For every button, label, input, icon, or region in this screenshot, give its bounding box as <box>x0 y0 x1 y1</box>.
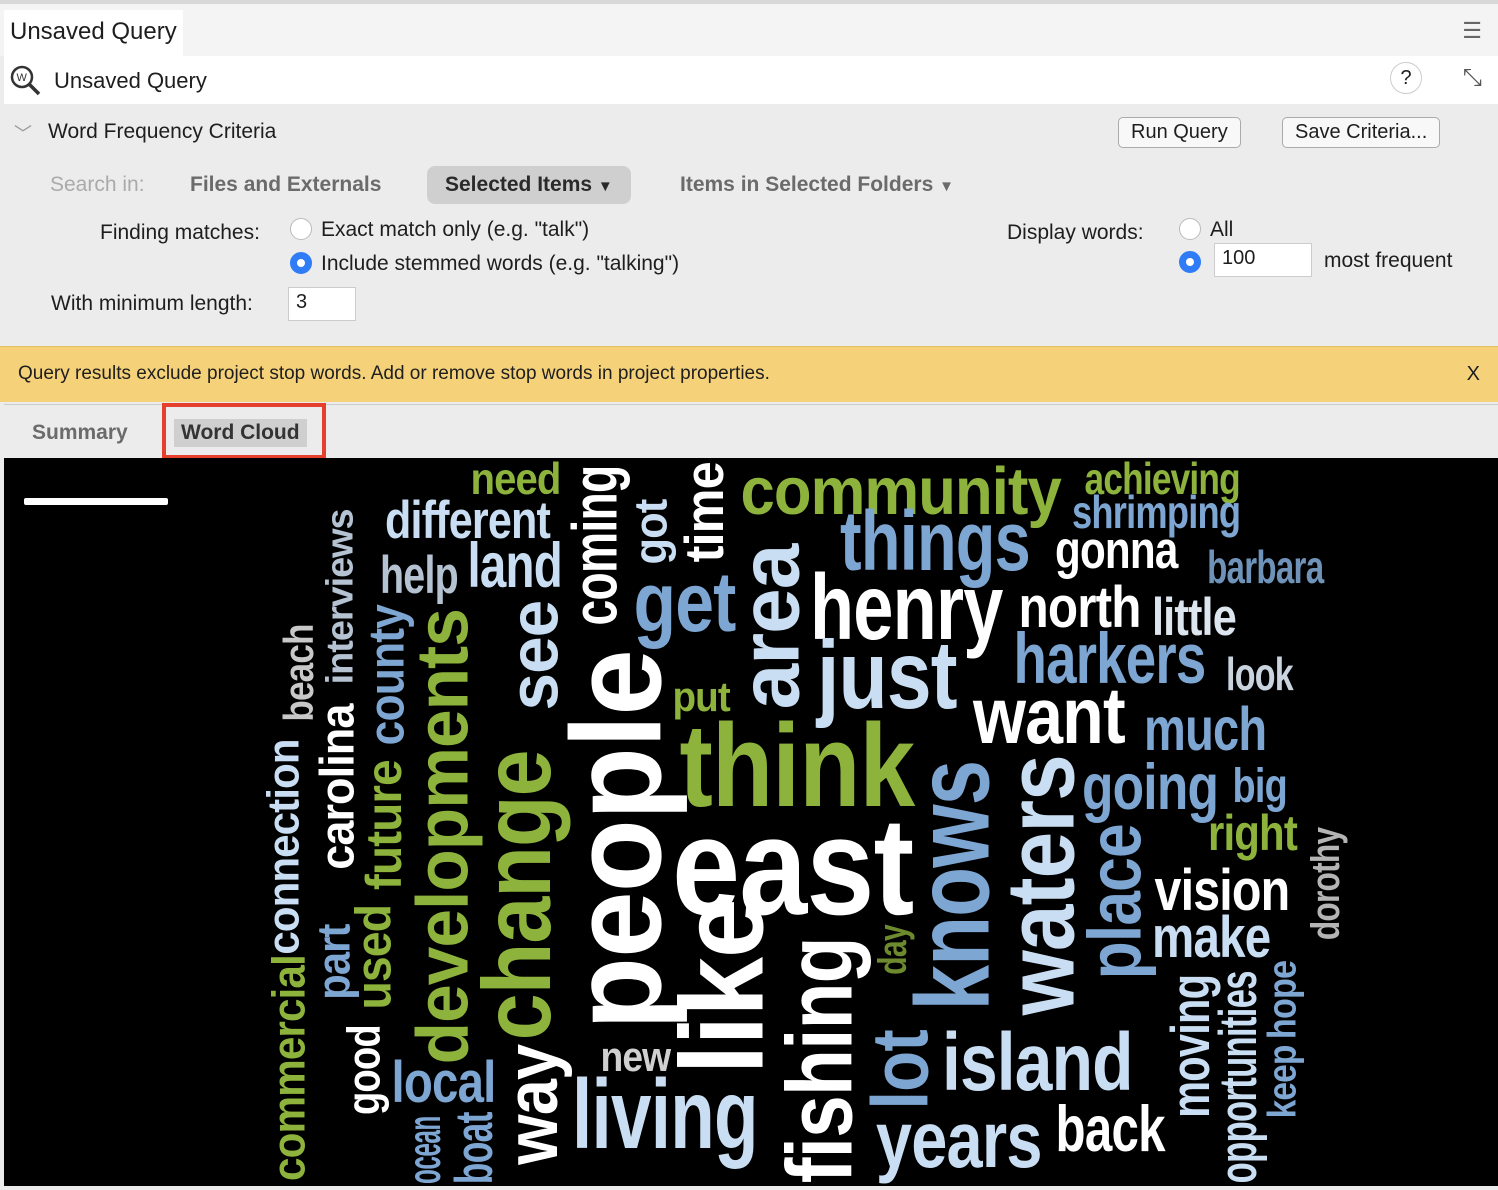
cloud-word-boat: boat <box>444 1111 504 1184</box>
cloud-word-coming: coming <box>560 464 631 626</box>
results-tabs: Summary Word Cloud <box>4 403 1498 459</box>
cloud-word-hope: hope <box>1260 960 1305 1040</box>
search-items-in-selected-folders[interactable]: Items in Selected Folders ▼ <box>680 173 954 197</box>
cloud-word-back: back <box>1055 1091 1166 1165</box>
exact-match-label: Exact match only (e.g. "talk") <box>321 218 590 241</box>
hamburger-icon[interactable]: ☰ <box>1462 18 1482 44</box>
cloud-word-ocean: ocean <box>397 1116 450 1184</box>
cloud-word-way: way <box>490 1044 574 1165</box>
cloud-word-make: make <box>1152 904 1271 970</box>
cloud-word-carolina: carolina <box>309 704 364 870</box>
banner-message: Query results exclude project stop words… <box>18 363 770 384</box>
document-tab[interactable]: Unsaved Query <box>4 10 183 56</box>
word-frequency-query-icon: W <box>10 65 41 96</box>
cloud-word-gonna: gonna <box>1055 520 1178 580</box>
display-all-label: All <box>1210 218 1234 241</box>
expand-icon[interactable]: ⤡ <box>1463 64 1482 92</box>
cloud-word-land: land <box>467 530 563 601</box>
cloud-toolbar-bar <box>24 498 168 505</box>
dropdown-arrow-icon: ▼ <box>939 178 954 195</box>
query-title: Unsaved Query <box>54 68 207 93</box>
exact-match-radio[interactable] <box>290 218 312 240</box>
cloud-word-going: going <box>1081 749 1219 823</box>
cloud-word-lot: lot <box>854 1030 944 1110</box>
min-length-input[interactable]: 3 <box>288 287 356 321</box>
cloud-word-want: want <box>972 671 1126 760</box>
cloud-word-opportunities: opportunities <box>1208 970 1268 1183</box>
cloud-word-commercial: commercial <box>261 955 314 1181</box>
cloud-word-look: look <box>1225 648 1294 700</box>
tab-word-cloud[interactable]: Word Cloud <box>162 403 326 459</box>
cloud-word-fishing: fishing <box>767 937 872 1184</box>
selected-items-label: Selected Items <box>445 173 593 196</box>
help-button[interactable]: ? <box>1390 62 1422 94</box>
display-count-radio[interactable] <box>1179 251 1201 273</box>
word-cloud: need community achieving shrimping different… <box>4 458 1498 1186</box>
cloud-word-used: used <box>344 904 402 1010</box>
cloud-word-like: like <box>656 899 788 1075</box>
document-tab-bar: Unsaved Query ☰ <box>0 4 1498 56</box>
word-count-input[interactable]: 100 <box>1214 243 1312 277</box>
cloud-word-connection: connection <box>259 739 309 955</box>
cloud-word-right: right <box>1207 804 1297 861</box>
cloud-word-get: get <box>633 555 736 649</box>
svg-text:W: W <box>17 72 28 84</box>
cloud-word-area: area <box>721 544 816 710</box>
cloud-word-got: got <box>623 499 676 565</box>
min-length-label: With minimum length: <box>51 292 253 315</box>
tab-summary[interactable]: Summary <box>32 421 128 445</box>
cloud-word-years: years <box>875 1095 1043 1184</box>
dropdown-arrow-icon: ▼ <box>597 178 613 195</box>
criteria-title: Word Frequency Criteria <box>48 120 277 143</box>
cloud-word-dorothy: dorothy <box>1303 827 1348 941</box>
stop-words-banner: Query results exclude project stop words… <box>0 346 1498 402</box>
chevron-down-icon[interactable]: ﹀ <box>14 120 32 146</box>
cloud-word-living: living <box>571 1058 759 1169</box>
cloud-word-help: help <box>379 545 459 605</box>
cloud-word-keep: keep <box>1260 1045 1305 1119</box>
most-frequent-label: most frequent <box>1324 249 1453 272</box>
cloud-word-interviews: interviews <box>319 509 362 685</box>
display-words-label: Display words: <box>1007 221 1144 244</box>
display-all-radio[interactable] <box>1179 218 1201 240</box>
items-in-folders-label: Items in Selected Folders <box>680 173 934 196</box>
finding-matches-label: Finding matches: <box>100 221 260 244</box>
stemmed-words-radio[interactable] <box>290 252 312 274</box>
tab-word-cloud-label: Word Cloud <box>174 419 307 447</box>
search-in-label: Search in: <box>50 173 145 196</box>
cloud-word-place: place <box>1073 824 1158 980</box>
cloud-word-barbara: barbara <box>1207 541 1324 593</box>
cloud-word-good: good <box>336 1025 389 1116</box>
search-selected-items[interactable]: Selected Items ▼ <box>427 166 631 204</box>
search-files-and-externals[interactable]: Files and Externals <box>190 173 381 197</box>
banner-close-button[interactable]: X <box>1467 363 1480 386</box>
query-header: W Unsaved Query ? ⤡ <box>4 56 1498 104</box>
run-query-button[interactable]: Run Query <box>1118 117 1241 148</box>
stemmed-words-label: Include stemmed words (e.g. "talking") <box>321 252 680 275</box>
save-criteria-button[interactable]: Save Criteria... <box>1282 117 1441 148</box>
